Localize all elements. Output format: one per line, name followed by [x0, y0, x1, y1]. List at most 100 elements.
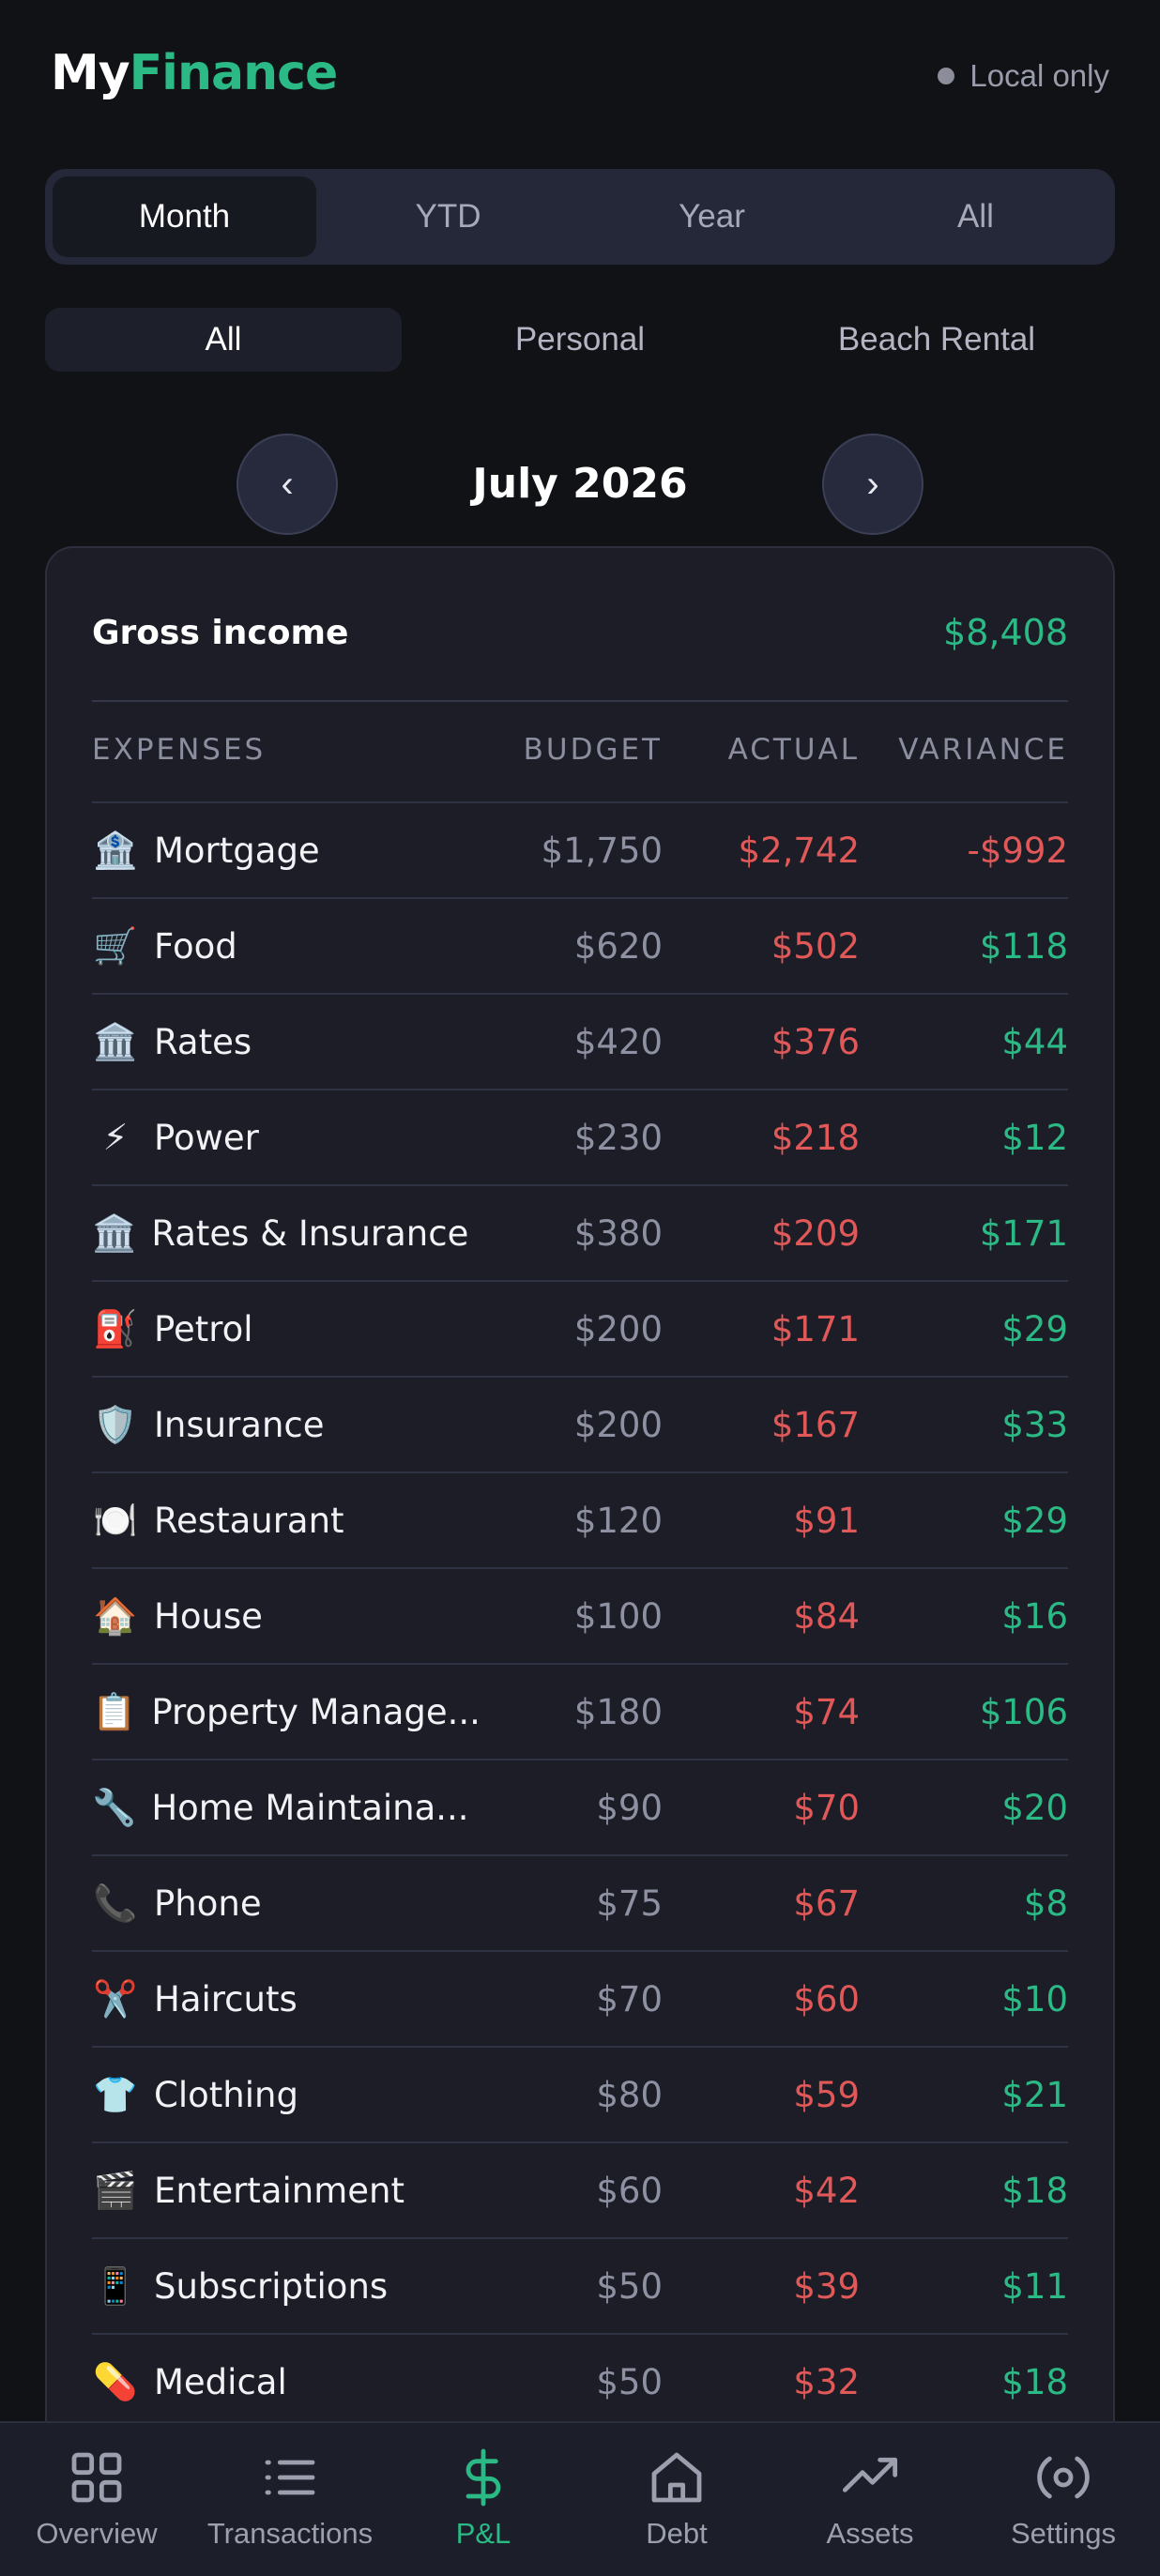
expense-row[interactable]: 🍽️ Restaurant $120 $91 $29 [92, 1471, 1068, 1567]
nav-assets[interactable]: Assets [773, 2423, 967, 2576]
expense-name: Restaurant [154, 1500, 344, 1541]
nav-overview[interactable]: Overview [0, 2423, 193, 2576]
phone-icon: 📞 [93, 1882, 138, 1924]
expense-actual: $84 [793, 1595, 860, 1637]
nav-debt[interactable]: Debt [580, 2423, 773, 2576]
expense-actual: $39 [793, 2265, 860, 2307]
expense-actual: $32 [793, 2361, 860, 2402]
gross-income-label: Gross income [92, 613, 349, 652]
gross-income-row: Gross income $8,408 [92, 604, 1068, 661]
expense-name: Rates & Insurance [151, 1212, 469, 1254]
expense-name: Subscriptions [154, 2265, 389, 2307]
column-header-budget: BUDGET [523, 733, 663, 767]
shield-icon: 🛡️ [93, 1403, 138, 1445]
nav-pnl[interactable]: P&L [387, 2423, 580, 2576]
expense-actual: $502 [771, 925, 860, 967]
expense-row[interactable]: 🛒 Food $620 $502 $118 [92, 897, 1068, 993]
column-header-actual: ACTUAL [727, 733, 860, 767]
period-selector: Month YTD Year All [45, 169, 1115, 265]
expense-name-cell: 🔧 Home Maintaina... [92, 1784, 469, 1831]
expense-variance: $118 [979, 925, 1068, 967]
nav-transactions[interactable]: Transactions [193, 2423, 387, 2576]
expense-row[interactable]: 🎬 Entertainment $60 $42 $18 [92, 2142, 1068, 2237]
expense-row[interactable]: 🏦 Mortgage $1,750 $2,742 -$992 [92, 801, 1068, 897]
expenses-table: 🏦 Mortgage $1,750 $2,742 -$992 🛒 Food $620 $502 $… [92, 801, 1068, 2429]
expense-variance: $18 [1001, 2361, 1068, 2402]
expense-budget: $230 [573, 1117, 663, 1158]
tab-all-entities[interactable]: All [45, 308, 402, 372]
expense-budget: $50 [596, 2265, 663, 2307]
expense-budget: $100 [573, 1595, 663, 1637]
expense-name-cell: 👕 Clothing [92, 2071, 456, 2118]
expense-row[interactable]: 💊 Medical $50 $32 $18 [92, 2333, 1068, 2429]
month-navigator: ‹ July 2026 › [0, 434, 1160, 537]
expense-budget: $620 [573, 925, 663, 967]
tab-month[interactable]: Month [53, 176, 316, 257]
mobile-phone-icon: 📱 [93, 2264, 138, 2307]
nav-settings[interactable]: Settings [967, 2423, 1160, 2576]
expense-name: Property Manage... [151, 1691, 481, 1732]
expense-name-cell: 🏦 Mortgage [92, 827, 456, 874]
expense-variance: $8 [1023, 1882, 1068, 1924]
expense-actual: $171 [771, 1308, 860, 1349]
expense-row[interactable]: 🏛️ Rates & Insurance $380 $209 $171 [92, 1184, 1068, 1280]
expense-name: Phone [154, 1882, 262, 1924]
tab-personal[interactable]: Personal [402, 308, 758, 372]
nav-label: Transactions [206, 2517, 374, 2550]
expense-budget: $60 [596, 2170, 663, 2211]
expense-variance: $44 [1001, 1021, 1068, 1062]
expense-row[interactable]: 🔧 Home Maintaina... $90 $70 $20 [92, 1759, 1068, 1854]
expense-row[interactable]: 📱 Subscriptions $50 $39 $11 [92, 2237, 1068, 2333]
expense-name-cell: 📱 Subscriptions [92, 2263, 456, 2309]
expense-name: Mortgage [154, 830, 320, 871]
expense-name-cell: 💊 Medical [92, 2358, 456, 2405]
column-header-expenses: EXPENSES [92, 733, 267, 767]
expense-actual: $59 [793, 2074, 860, 2115]
expense-name-cell: 🛡️ Insurance [92, 1401, 456, 1448]
expense-variance: $29 [1001, 1308, 1068, 1349]
expense-variance: -$992 [967, 830, 1068, 871]
list-icon [265, 2460, 315, 2495]
expense-row[interactable]: ⛽ Petrol $200 $171 $29 [92, 1280, 1068, 1376]
expense-row[interactable]: 👕 Clothing $80 $59 $21 [92, 2046, 1068, 2142]
expense-name: Power [154, 1117, 259, 1158]
expenses-table-header: EXPENSES BUDGET ACTUAL VARIANCE [92, 726, 1068, 773]
expense-budget: $180 [573, 1691, 663, 1732]
expense-budget: $420 [573, 1021, 663, 1062]
expense-variance: $21 [1001, 2074, 1068, 2115]
expense-row[interactable]: 📞 Phone $75 $67 $8 [92, 1854, 1068, 1950]
expense-budget: $200 [573, 1308, 663, 1349]
expense-name: Clothing [154, 2074, 298, 2115]
clipboard-icon: 📋 [92, 1690, 137, 1732]
expense-row[interactable]: 📋 Property Manage... $180 $74 $106 [92, 1663, 1068, 1759]
expense-actual: $376 [771, 1021, 860, 1062]
month-title: July 2026 [472, 460, 688, 508]
expense-actual: $2,742 [738, 830, 860, 871]
dollar-icon [466, 2448, 501, 2507]
expense-row[interactable]: 🏠 House $100 $84 $16 [92, 1567, 1068, 1663]
expense-name-cell: 📋 Property Manage... [92, 1688, 481, 1735]
expense-budget: $90 [596, 1787, 663, 1828]
tab-beach-rental[interactable]: Beach Rental [758, 308, 1115, 372]
plate-cutlery-icon: 🍽️ [93, 1499, 138, 1541]
settings-icon [1037, 2456, 1090, 2499]
expense-name-cell: 🏠 House [92, 1593, 456, 1639]
bottom-navigation: Overview Transactions P&L Debt Assets Se… [0, 2421, 1160, 2576]
expense-budget: $70 [596, 1978, 663, 2020]
expense-budget: $120 [573, 1500, 663, 1541]
expense-row[interactable]: 🛡️ Insurance $200 $167 $33 [92, 1376, 1068, 1471]
expense-variance: $12 [1001, 1117, 1068, 1158]
app-header: MyFinance Local only [0, 0, 1160, 150]
expense-name: House [154, 1595, 263, 1637]
fuel-pump-icon: ⛽ [93, 1307, 138, 1349]
tab-year[interactable]: Year [580, 176, 844, 257]
expense-actual: $60 [793, 1978, 860, 2020]
shopping-cart-icon: 🛒 [93, 924, 138, 967]
expense-actual: $209 [771, 1212, 860, 1254]
expense-row[interactable]: 🏛️ Rates $420 $376 $44 [92, 993, 1068, 1089]
expense-row[interactable]: ⚡ Power $230 $218 $12 [92, 1089, 1068, 1184]
expense-row[interactable]: ✂️ Haircuts $70 $60 $10 [92, 1950, 1068, 2046]
tab-ytd[interactable]: YTD [316, 176, 580, 257]
tab-all-periods[interactable]: All [844, 176, 1107, 257]
next-month-button[interactable]: › [822, 434, 923, 535]
